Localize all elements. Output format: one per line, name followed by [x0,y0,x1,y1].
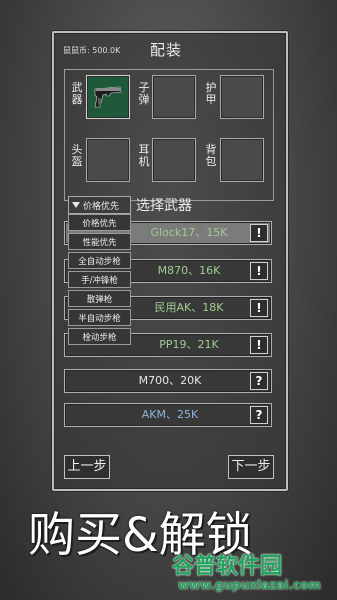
earpiece-slot[interactable] [152,138,196,182]
sort-dropdown-menu: 价格优先 性能优先 全自动步枪 手/冲锋枪 散弹枪 半自动步枪 栓动步枪 [68,214,131,345]
weapon-row-m700[interactable]: M700、20K ? [64,369,272,393]
sort-option[interactable]: 栓动步枪 [68,328,131,345]
ammo-slot-label: 子弹 [138,81,150,106]
page-title: 配装 [150,41,183,59]
sort-option[interactable]: 手/冲锋枪 [68,271,131,288]
weapon-info-button[interactable]: ! [250,336,268,354]
sort-option[interactable]: 全自动步枪 [68,252,131,269]
weapon-slot-label: 武器 [71,81,83,106]
backpack-slot-label: 背包 [205,143,217,168]
prev-step-button[interactable]: 上一步 [64,455,110,479]
weapon-unlock-button[interactable]: ? [250,372,268,390]
armor-slot-label: 护甲 [205,81,217,106]
equipment-grid: 武器 子弹 护甲 头盔 耳机 背包 [64,69,274,201]
helmet-slot[interactable] [86,138,130,182]
select-weapon-title: 选择武器 [136,198,192,214]
helmet-slot-label: 头盔 [71,143,83,168]
earpiece-slot-label: 耳机 [138,143,150,168]
weapon-row-akm[interactable]: AKM、25K ? [64,403,272,427]
sort-option[interactable]: 性能优先 [68,233,131,250]
watermark-logo-text: 谷普软件园 [172,554,283,579]
weapon-info-button[interactable]: ! [250,262,268,280]
ammo-slot[interactable] [152,75,196,119]
next-step-button[interactable]: 下一步 [228,455,274,479]
sort-option[interactable]: 半自动步枪 [68,309,131,326]
weapon-name: PP19、21K [159,338,219,351]
weapon-name: 民用AK、18K [154,301,224,314]
weapon-unlock-button[interactable]: ? [250,406,268,424]
currency-balance: 鼠鼠币: 500.0K [63,46,121,55]
sort-option[interactable]: 价格优先 [68,214,131,231]
armor-slot[interactable] [220,75,264,119]
weapon-name: M870、16K [157,264,221,277]
sort-option[interactable]: 散弹枪 [68,290,131,307]
pistol-icon [94,86,122,108]
weapon-name: M700、20K [138,374,202,387]
watermark-url: www.gupuxlazai.com [178,578,321,592]
weapon-slot[interactable] [86,75,130,119]
triangle-down-icon [72,202,80,208]
loadout-panel: 鼠鼠币: 500.0K 配装 武器 子弹 护甲 头盔 耳机 背包 价格优先 选择… [52,31,288,491]
weapon-info-button[interactable]: ! [250,224,268,242]
backpack-slot[interactable] [220,138,264,182]
weapon-info-button[interactable]: ! [250,299,268,317]
sort-dropdown-toggle[interactable]: 价格优先 [68,196,131,214]
weapon-name: AKM、25K [141,408,199,421]
weapon-name: Glock17、15K [150,226,228,239]
sort-current-label: 价格优先 [83,201,120,212]
